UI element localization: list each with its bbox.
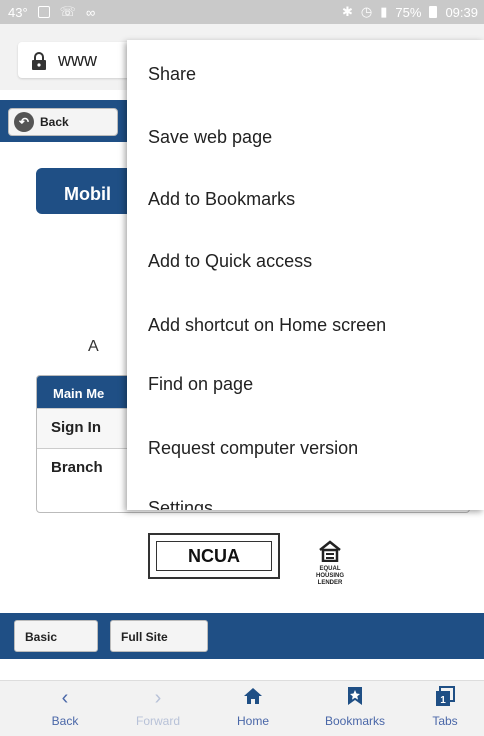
chevron-right-icon: › xyxy=(154,687,162,709)
menu-item-save-web-page[interactable]: Save web page xyxy=(148,127,272,148)
toolbar-home-button[interactable]: Home xyxy=(218,686,288,728)
toolbar-forward-button[interactable]: › Forward xyxy=(123,686,193,728)
bookmark-star-icon xyxy=(317,686,393,710)
menu-item-add-to-quick-access[interactable]: Add to Quick access xyxy=(148,251,312,272)
menu-item-settings[interactable]: Settings xyxy=(148,498,213,510)
image-notification-icon xyxy=(37,6,50,18)
url-text[interactable]: www xyxy=(58,50,97,71)
menu-item-share[interactable]: Share xyxy=(148,64,196,85)
toolbar-bookmarks-button[interactable]: Bookmarks xyxy=(317,686,393,728)
equal-housing-label: EQUAL HOUSING LENDER xyxy=(315,566,344,586)
menu-item-add-to-bookmarks[interactable]: Add to Bookmarks xyxy=(148,189,295,210)
equal-housing-lender-logo: EQUAL HOUSING LENDER xyxy=(308,540,352,586)
toolbar-home-label: Home xyxy=(236,714,269,728)
menu-item-add-shortcut[interactable]: Add shortcut on Home screen xyxy=(148,315,386,336)
lock-icon xyxy=(32,52,46,70)
page-back-button[interactable]: ↶ Back xyxy=(8,108,118,136)
full-site-button[interactable]: Full Site xyxy=(110,620,208,652)
browser-overflow-menu: Share Save web page Add to Bookmarks Add… xyxy=(127,40,484,510)
menu-item-find-on-page[interactable]: Find on page xyxy=(148,374,253,395)
battery-icon xyxy=(429,6,438,18)
temperature-text: 43° xyxy=(8,4,28,20)
ncua-label: NCUA xyxy=(156,541,272,571)
toolbar-forward-label: Forward xyxy=(135,714,180,728)
battery-percent: 75% xyxy=(395,4,422,20)
home-icon xyxy=(218,686,288,710)
toolbar-bookmarks-label: Bookmarks xyxy=(324,714,386,728)
toolbar-back-button[interactable]: ‹ Back xyxy=(30,686,100,728)
tabs-icon: 1 xyxy=(410,686,480,710)
bluetooth-icon: ✱ xyxy=(342,4,353,19)
toolbar-tabs-button[interactable]: 1 Tabs xyxy=(410,686,480,728)
signal-icon: ▮ xyxy=(380,4,388,19)
menu-item-request-computer-version[interactable]: Request computer version xyxy=(148,438,358,459)
ncua-logo: NCUA xyxy=(148,533,280,579)
wifi-call-icon: ☏ xyxy=(59,4,76,19)
alarm-icon: ◷ xyxy=(360,4,373,19)
back-arrow-icon: ↶ xyxy=(14,112,34,132)
equal-housing-icon xyxy=(319,540,341,562)
basic-site-button[interactable]: Basic xyxy=(14,620,98,652)
toolbar-tabs-label: Tabs xyxy=(432,714,458,728)
tabs-count: 1 xyxy=(440,695,446,706)
chevron-left-icon: ‹ xyxy=(61,687,69,709)
clock: 09:39 xyxy=(445,4,478,20)
page-back-label: Back xyxy=(40,115,69,129)
voicemail-icon: ∞ xyxy=(85,4,96,20)
toolbar-back-label: Back xyxy=(51,714,79,728)
page-partial-text: A xyxy=(88,338,99,355)
status-bar: 43° ☏ ∞ ✱ ◷ ▮ 75% 09:39 xyxy=(0,0,484,24)
